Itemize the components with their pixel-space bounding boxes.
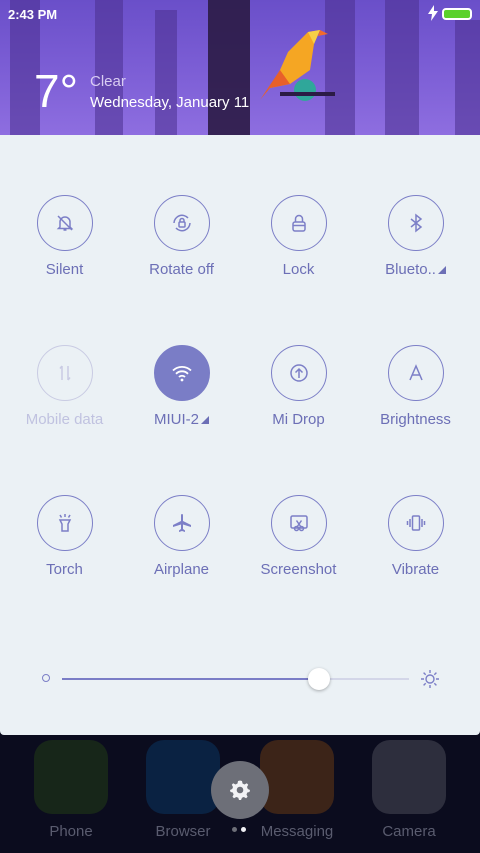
toggle-airplane[interactable]: Airplane	[123, 495, 240, 578]
mobile-data-icon	[58, 365, 71, 381]
mobile-data-toggle-button[interactable]	[36, 345, 93, 401]
brightness-slider-fill	[62, 678, 319, 680]
status-bar: 2:43 PM	[0, 0, 480, 28]
vibrate-toggle-button[interactable]	[387, 495, 444, 551]
charging-icon	[428, 5, 438, 21]
notification-header: 2:43 PM 7° Clear Wednesday, January 11	[0, 0, 480, 135]
bluetooth-toggle-button[interactable]	[387, 195, 444, 251]
browser-app-icon[interactable]	[146, 740, 220, 814]
dock-app-browser[interactable]: Browser	[146, 740, 220, 840]
mi-drop-toggle-button[interactable]	[270, 345, 327, 401]
toggle-screenshot[interactable]: Screenshot	[240, 495, 357, 578]
lock-toggle-button[interactable]	[270, 195, 327, 251]
phone-app-icon[interactable]	[34, 740, 108, 814]
wallpaper-tree	[455, 20, 480, 135]
wifi-icon	[171, 366, 192, 382]
toggle-label: Rotate off	[149, 261, 214, 278]
toggle-label: MIUI-2	[123, 411, 240, 428]
expand-caret-icon[interactable]	[201, 416, 209, 424]
toggle-label: Torch	[46, 561, 83, 578]
quick-settings-panel: Silent Rotate off Lock Blueto.. Mobile d…	[0, 135, 480, 735]
brightness-high-icon	[421, 670, 439, 688]
page-indicator	[232, 827, 248, 833]
bird-illustration	[260, 30, 335, 101]
toggle-rotate[interactable]: Rotate off	[123, 195, 240, 278]
vibrate-icon	[406, 515, 425, 531]
toggle-label: Mi Drop	[272, 411, 325, 428]
toggle-label: Mobile data	[25, 411, 104, 428]
brightness-slider-handle[interactable]	[307, 668, 330, 690]
brightness-slider[interactable]	[62, 668, 409, 690]
dock-app-messaging[interactable]: Messaging	[260, 740, 334, 840]
toggle-brightness[interactable]: Brightness	[357, 345, 474, 428]
toggle-lock[interactable]: Lock	[240, 195, 357, 278]
app-label: Camera	[382, 823, 436, 840]
mi-drop-icon	[289, 364, 308, 382]
page-dot	[232, 827, 237, 832]
toggle-label: Blueto..	[357, 261, 474, 278]
torch-icon	[58, 514, 71, 532]
rotate-toggle-button[interactable]	[153, 195, 210, 251]
weather-date: Wednesday, January 11	[90, 94, 250, 111]
weather-temperature: 7°	[34, 65, 78, 117]
toggle-label: Screenshot	[260, 561, 337, 578]
dock-app-camera[interactable]: Camera	[372, 740, 446, 840]
toggle-mobile-data[interactable]: Mobile data	[6, 345, 123, 428]
status-time: 2:43 PM	[8, 7, 58, 22]
bluetooth-icon	[410, 213, 422, 233]
airplane-icon	[172, 514, 191, 532]
app-label: Messaging	[260, 823, 334, 840]
app-label: Browser	[155, 823, 211, 840]
messaging-app-icon[interactable]	[260, 740, 334, 814]
page-dot-active	[241, 827, 246, 832]
lock-icon	[291, 214, 306, 232]
expand-caret-icon[interactable]	[437, 266, 446, 274]
brightness-auto-icon	[408, 364, 423, 381]
toggle-bluetooth[interactable]: Blueto..	[357, 195, 474, 278]
toggle-label: Silent	[45, 261, 84, 278]
airplane-toggle-button[interactable]	[153, 495, 210, 551]
wallpaper-tree	[155, 10, 177, 135]
toggle-vibrate[interactable]: Vibrate	[357, 495, 474, 578]
toggle-mi-drop[interactable]: Mi Drop	[240, 345, 357, 428]
weather-condition: Clear	[90, 73, 126, 90]
screenshot-icon	[289, 515, 308, 532]
brightness-low-icon	[42, 674, 50, 682]
brightness-toggle-button[interactable]	[387, 345, 444, 401]
toggle-label: Lock	[282, 261, 315, 278]
toggle-label: Brightness	[380, 411, 451, 428]
dock-app-phone[interactable]: Phone	[34, 740, 108, 840]
battery-icon	[442, 8, 472, 20]
torch-toggle-button[interactable]	[36, 495, 93, 551]
app-label: Phone	[49, 823, 93, 840]
wifi-toggle-button[interactable]	[153, 345, 210, 401]
settings-button[interactable]	[211, 761, 269, 819]
toggle-label: Vibrate	[391, 561, 440, 578]
toggle-silent[interactable]: Silent	[6, 195, 123, 278]
silent-toggle-button[interactable]	[36, 195, 93, 251]
bell-off-icon	[56, 215, 73, 231]
rotate-lock-icon	[172, 214, 191, 232]
toggle-label: Airplane	[153, 561, 210, 578]
gear-icon	[230, 780, 250, 800]
camera-app-icon[interactable]	[372, 740, 446, 814]
screenshot-toggle-button[interactable]	[270, 495, 327, 551]
brightness-slider-row	[40, 665, 440, 695]
toggle-wifi[interactable]: MIUI-2	[123, 345, 240, 428]
toggle-torch[interactable]: Torch	[6, 495, 123, 578]
